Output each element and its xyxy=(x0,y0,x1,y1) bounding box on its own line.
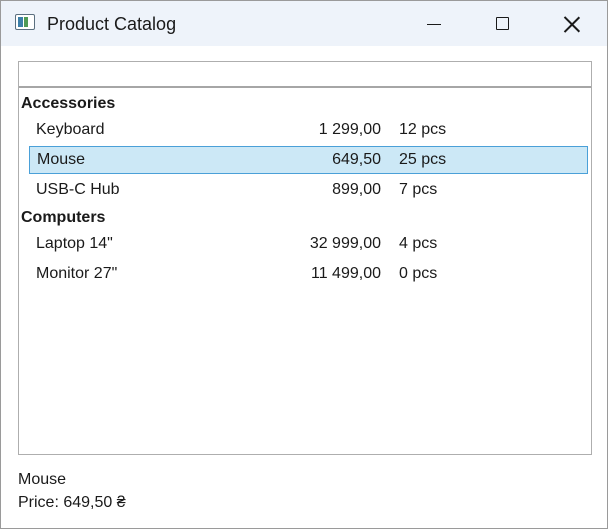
close-icon xyxy=(564,16,580,32)
title-bar[interactable]: Product Catalog xyxy=(1,1,607,46)
window-title: Product Catalog xyxy=(47,14,177,34)
item-price: 1 299,00 xyxy=(318,121,381,138)
list-item[interactable]: USB-C Hub 899,00 7 pcs xyxy=(29,176,588,204)
item-quantity: 4 pcs xyxy=(399,235,438,252)
minimize-button[interactable] xyxy=(399,1,469,46)
item-name: Keyboard xyxy=(36,121,105,138)
item-price: 899,00 xyxy=(332,181,381,198)
group-header-computers: Computers xyxy=(21,209,106,226)
close-button[interactable] xyxy=(537,1,607,46)
minimize-icon xyxy=(427,23,441,26)
item-quantity: 12 pcs xyxy=(399,121,447,138)
product-catalog-window: Product Catalog Accessories Keyboard 1 2… xyxy=(0,0,608,529)
item-price: 649,50 xyxy=(332,151,381,168)
list-item[interactable]: Keyboard 1 299,00 12 pcs xyxy=(29,116,588,144)
item-name: Monitor 27" xyxy=(36,265,118,282)
selection-details: Mouse Price: 649,50 ₴ xyxy=(18,468,126,514)
group-header-accessories: Accessories xyxy=(21,95,116,112)
item-name: Laptop 14" xyxy=(36,235,113,252)
item-price: 32 999,00 xyxy=(309,235,381,252)
list-item[interactable]: Monitor 27" 11 499,00 0 pcs xyxy=(29,260,588,288)
item-name: USB-C Hub xyxy=(36,181,120,198)
product-list-view[interactable]: Accessories Keyboard 1 299,00 12 pcs Mou… xyxy=(18,61,592,455)
maximize-button[interactable] xyxy=(467,1,537,46)
item-quantity: 7 pcs xyxy=(399,181,438,198)
list-header[interactable] xyxy=(19,62,591,88)
app-window-icon xyxy=(15,14,35,30)
list-item-selected[interactable]: Mouse 649,50 25 pcs xyxy=(29,146,588,174)
maximize-icon xyxy=(495,17,509,30)
item-price: 11 499,00 xyxy=(311,265,381,282)
item-name: Mouse xyxy=(37,151,86,168)
item-quantity: 0 pcs xyxy=(399,265,438,282)
item-quantity: 25 pcs xyxy=(399,151,447,168)
selected-item-price: Price: 649,50 ₴ xyxy=(18,494,126,511)
list-item[interactable]: Laptop 14" 32 999,00 4 pcs xyxy=(29,230,588,258)
selected-item-name: Mouse xyxy=(18,471,67,488)
